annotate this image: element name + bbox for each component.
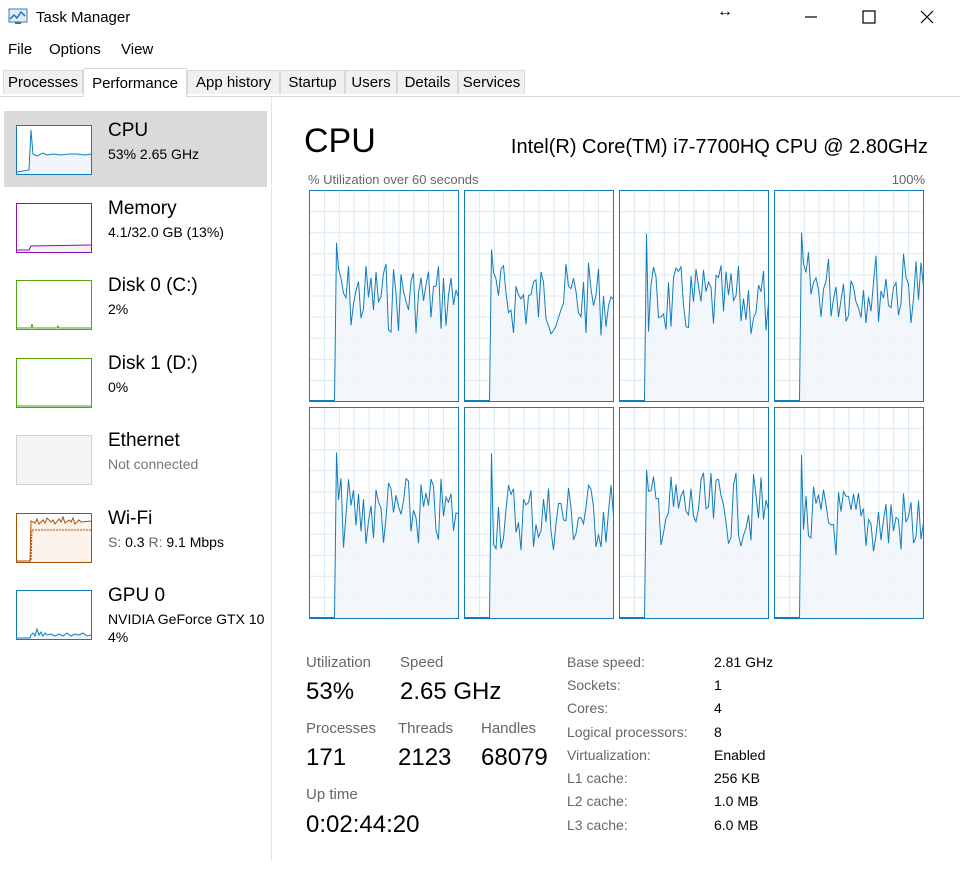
minimize-icon bbox=[805, 16, 817, 18]
speed-value: 2.65 GHz bbox=[400, 678, 502, 705]
wifi-thumbnail-graph bbox=[16, 513, 92, 563]
handles-label: Handles bbox=[481, 720, 537, 737]
handles-value: 68079 bbox=[481, 744, 548, 771]
graph-caption: % Utilization over 60 seconds bbox=[308, 172, 479, 187]
sidebar-cpu-name: CPU bbox=[108, 120, 149, 141]
processes-label: Processes bbox=[306, 720, 377, 737]
resource-sidebar: CPU 53% 2.65 GHz Memory 4.1/32.0 GB (13%… bbox=[0, 97, 272, 882]
page-title: CPU bbox=[304, 122, 376, 160]
info-label: Cores: bbox=[567, 700, 609, 716]
maximize-button[interactable] bbox=[840, 0, 898, 34]
sidebar-memory-name: Memory bbox=[108, 198, 177, 219]
tab-strip: Processes Performance App history Startu… bbox=[0, 68, 960, 97]
info-label: Virtualization: bbox=[567, 747, 651, 763]
sidebar-disk1-name: Disk 1 (D:) bbox=[108, 353, 198, 374]
wifi-send-value: 0.3 bbox=[125, 534, 145, 550]
close-button[interactable] bbox=[898, 0, 956, 34]
sidebar-gpu0-name: GPU 0 bbox=[108, 585, 166, 606]
minimize-button[interactable] bbox=[782, 0, 840, 34]
maximize-icon bbox=[862, 10, 876, 24]
core-graphs bbox=[309, 190, 924, 619]
wifi-send-label: S: bbox=[108, 534, 122, 550]
wifi-receive-value: 9.1 Mbps bbox=[166, 534, 224, 550]
sidebar-disk0-name: Disk 0 (C:) bbox=[108, 275, 198, 296]
core-graph-3 bbox=[774, 190, 924, 402]
info-label: Sockets: bbox=[567, 677, 621, 693]
core-graph-2 bbox=[619, 190, 769, 402]
info-label: Base speed: bbox=[567, 654, 645, 670]
tab-startup[interactable]: Startup bbox=[280, 70, 345, 94]
graph-max-label: 100% bbox=[891, 172, 925, 187]
tab-performance[interactable]: Performance bbox=[83, 68, 187, 97]
sidebar-divider bbox=[271, 97, 272, 861]
sidebar-item-memory[interactable]: Memory 4.1/32.0 GB (13%) bbox=[4, 189, 267, 265]
sidebar-wifi-sub: S: 0.3 R: 9.1 Mbps bbox=[108, 534, 224, 550]
sidebar-item-wifi[interactable]: Wi-Fi S: 0.3 R: 9.1 Mbps bbox=[4, 499, 267, 575]
memory-thumbnail-graph bbox=[16, 203, 92, 253]
sidebar-wifi-name: Wi-Fi bbox=[108, 508, 153, 529]
menu-options[interactable]: Options bbox=[49, 41, 101, 58]
utilization-label: Utilization bbox=[306, 654, 372, 671]
core-graph-grid bbox=[309, 190, 926, 625]
uptime-label: Up time bbox=[306, 786, 358, 803]
sidebar-item-disk1[interactable]: Disk 1 (D:) 0% bbox=[4, 344, 267, 420]
core-graph-1 bbox=[464, 190, 614, 402]
core-graph-5 bbox=[464, 407, 614, 619]
sidebar-item-cpu[interactable]: CPU 53% 2.65 GHz bbox=[4, 111, 267, 187]
processes-value: 171 bbox=[306, 744, 347, 771]
tab-app-history[interactable]: App history bbox=[187, 70, 280, 94]
core-graph-0 bbox=[309, 190, 459, 402]
threads-label: Threads bbox=[398, 720, 454, 737]
resize-cursor-icon: ↔ bbox=[717, 3, 733, 20]
info-value: 6.0 MB bbox=[714, 817, 759, 833]
sidebar-item-ethernet[interactable]: Ethernet Not connected bbox=[4, 421, 267, 497]
core-graph-4 bbox=[309, 407, 459, 619]
tab-processes[interactable]: Processes bbox=[3, 70, 83, 94]
sidebar-item-disk0[interactable]: Disk 0 (C:) 2% bbox=[4, 266, 267, 342]
sidebar-item-gpu0[interactable]: GPU 0 NVIDIA GeForce GTX 10 4% bbox=[4, 576, 267, 652]
sidebar-cpu-sub: 53% 2.65 GHz bbox=[108, 146, 200, 162]
cpu-thumbnail-graph bbox=[16, 125, 92, 175]
close-icon bbox=[920, 10, 934, 24]
info-label: L2 cache: bbox=[567, 793, 628, 809]
info-value: 8 bbox=[714, 724, 722, 740]
core-graph-6 bbox=[619, 407, 769, 619]
menu-view[interactable]: View bbox=[121, 41, 153, 58]
disk1-thumbnail-graph bbox=[16, 358, 92, 408]
info-value: 2.81 GHz bbox=[714, 654, 774, 670]
info-value: Enabled bbox=[714, 747, 766, 763]
sidebar-gpu0-sub: NVIDIA GeForce GTX 10 bbox=[108, 611, 265, 627]
menu-bar: File Options View bbox=[0, 38, 960, 62]
threads-value: 2123 bbox=[398, 744, 452, 771]
tab-details[interactable]: Details bbox=[397, 70, 458, 94]
sidebar-disk0-sub: 2% bbox=[108, 301, 129, 317]
sidebar-ethernet-sub: Not connected bbox=[108, 456, 199, 472]
tab-services[interactable]: Services bbox=[458, 70, 525, 94]
info-value: 256 KB bbox=[714, 770, 760, 786]
disk0-thumbnail-graph bbox=[16, 280, 92, 330]
gpu0-thumbnail-graph bbox=[16, 590, 92, 640]
task-manager-icon bbox=[8, 8, 28, 24]
info-label: L3 cache: bbox=[567, 817, 628, 833]
cpu-model-name: Intel(R) Core(TM) i7-7700HQ CPU @ 2.80GH… bbox=[510, 136, 928, 158]
wifi-receive-label: R: bbox=[148, 534, 163, 550]
sidebar-gpu0-usage: 4% bbox=[108, 629, 129, 645]
core-graph-7 bbox=[774, 407, 924, 619]
sidebar-ethernet-name: Ethernet bbox=[108, 430, 180, 451]
info-value: 1 bbox=[714, 677, 722, 693]
speed-label: Speed bbox=[400, 654, 444, 671]
sidebar-disk1-sub: 0% bbox=[108, 379, 129, 395]
utilization-value: 53% bbox=[306, 678, 355, 705]
title-bar: Task Manager ↔ bbox=[0, 0, 960, 34]
menu-file[interactable]: File bbox=[8, 41, 32, 58]
uptime-value: 0:02:44:20 bbox=[306, 811, 420, 838]
info-label: L1 cache: bbox=[567, 770, 628, 786]
sidebar-memory-sub: 4.1/32.0 GB (13%) bbox=[108, 224, 224, 240]
tab-users[interactable]: Users bbox=[345, 70, 397, 94]
ethernet-thumbnail-graph bbox=[16, 435, 92, 485]
info-value: 4 bbox=[714, 700, 722, 716]
info-label: Logical processors: bbox=[567, 724, 688, 740]
window-title: Task Manager bbox=[36, 9, 131, 26]
info-value: 1.0 MB bbox=[714, 793, 759, 809]
